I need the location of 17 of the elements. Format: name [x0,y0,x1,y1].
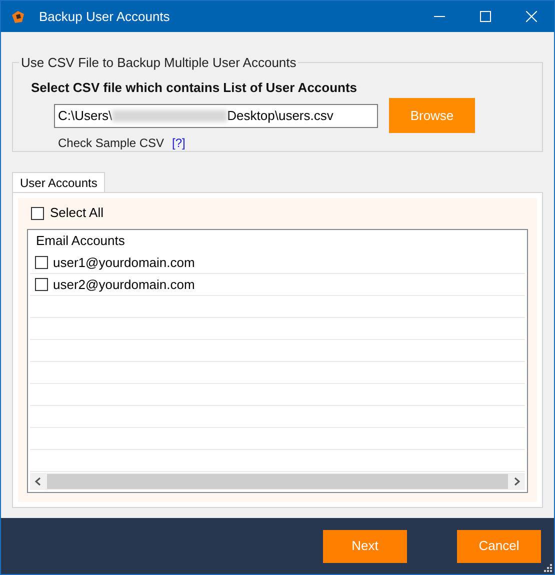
path-field[interactable]: C:\Users\ Desktop\users.csv [54,104,378,128]
scroll-thumb[interactable] [47,474,508,489]
tab[interactable]: User Accounts [12,172,106,192]
select-all-label: Select All [50,204,104,222]
help-link[interactable]: [?] [172,134,186,152]
horizontal-scrollbar[interactable] [30,473,525,490]
email-item[interactable]: user1@yourdomain.com [53,252,195,272]
column-header: Email Accounts [36,232,125,250]
checkbox[interactable] [35,278,48,291]
email-item[interactable]: user2@yourdomain.com [53,274,195,294]
checkbox[interactable] [35,256,48,269]
window-title: Backup User Accounts [39,8,170,26]
app-logo-icon [10,8,26,24]
checkbox[interactable] [31,206,44,220]
sample-label: Check Sample CSV [58,134,164,152]
resize-grip-icon[interactable] [544,564,552,572]
field-heading: Select CSV file which contains List of User Accounts [31,79,358,97]
